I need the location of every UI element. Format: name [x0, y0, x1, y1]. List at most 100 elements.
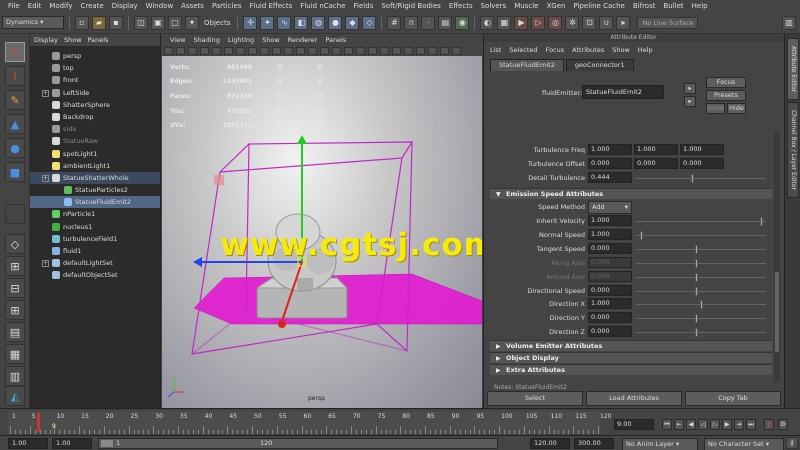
magnet-icon[interactable]: ∪ — [599, 15, 614, 30]
speed-method-dropdown[interactable]: Add ▾ — [588, 201, 632, 214]
step-back-key-icon[interactable]: ⇤ — [674, 419, 684, 430]
attr-field[interactable]: 1.000 — [588, 228, 632, 240]
auto-key-icon[interactable]: ⚷ — [764, 419, 774, 430]
ambient-occlusion-icon[interactable] — [392, 46, 401, 55]
film-gate-icon[interactable] — [212, 46, 221, 55]
attr-slider-knob[interactable] — [760, 217, 763, 226]
layout-outliner-icon[interactable]: ▤ — [5, 322, 25, 342]
select-component-icon[interactable]: ▢ — [168, 15, 182, 30]
select-button[interactable]: Select — [487, 391, 583, 406]
attr-slider-track[interactable] — [636, 318, 766, 320]
character-key-icon[interactable]: ⚷ — [786, 437, 798, 449]
hud-toggle-icon[interactable] — [440, 46, 449, 55]
anim-start-field[interactable]: 1.00 — [8, 438, 48, 449]
smooth-shade-icon[interactable] — [284, 46, 293, 55]
menu-pipeline-cache[interactable]: Pipeline Cache — [569, 0, 628, 12]
time-slider-track[interactable]: 1 5 10 15 20 25 30 35 40 45 50 55 60 65 70 75 80 85 90 95 10… — [8, 411, 611, 434]
history-icon[interactable]: ◐ — [480, 15, 495, 30]
select-tool-icon[interactable]: ↖ — [5, 42, 25, 62]
expand-toggle-icon[interactable]: + — [42, 174, 49, 182]
outliner-node[interactable]: + defaultLightSet — [30, 257, 160, 269]
shadows-icon[interactable] — [332, 46, 341, 55]
viewport-menu-shading[interactable]: Shading — [193, 36, 219, 44]
outliner-node[interactable]: Backdrop — [30, 111, 160, 123]
outliner-node[interactable]: turbulenceField1 — [30, 233, 160, 245]
hide-button[interactable]: Hide — [727, 103, 746, 114]
tab-geoconnector1[interactable]: geoConnector1 — [565, 59, 634, 71]
attr-slider-track[interactable] — [636, 178, 766, 179]
go-to-start-icon[interactable]: ⏮ — [662, 419, 672, 430]
ae-menu-attributes[interactable]: Attributes — [572, 46, 604, 54]
xray-joints-icon[interactable] — [368, 46, 377, 55]
viewport-menu-show[interactable]: Show — [262, 36, 280, 44]
attr-field-y[interactable]: 1.000 — [634, 144, 678, 155]
anim-layer-dropdown[interactable]: No Anim Layer ▾ — [622, 438, 698, 450]
construction-history-icon[interactable]: ▦ — [497, 15, 512, 30]
wireframe-icon[interactable] — [272, 46, 281, 55]
layout-three-icon[interactable]: ⊞ — [5, 300, 25, 320]
snap-curve-icon[interactable]: ∩ — [404, 15, 419, 30]
attr-field[interactable]: 0.000 — [588, 284, 632, 296]
section-extra-attributes[interactable]: ▶ Extra Attributes — [490, 364, 772, 375]
outliner-node[interactable]: + StatueShatterWhole — [30, 171, 160, 185]
section-emission-speed[interactable]: ▼ Emission Speed Attributes — [490, 188, 772, 199]
attr-slider-knob[interactable] — [691, 174, 694, 183]
attr-field[interactable]: 1.000 — [588, 298, 632, 310]
menu-particles[interactable]: Particles — [208, 0, 246, 12]
sidebar-toggle-icon[interactable]: ▥ — [782, 15, 796, 30]
attr-slider-knob[interactable] — [695, 286, 698, 296]
use-all-lights-icon[interactable] — [320, 46, 329, 55]
menu-muscle[interactable]: Muscle — [510, 0, 542, 12]
presets-button[interactable]: Presets — [706, 90, 746, 101]
scrollbar-thumb[interactable] — [775, 272, 779, 352]
layout-graph-icon[interactable]: ▦ — [5, 344, 25, 364]
scale-tool-icon[interactable]: ■ — [5, 162, 25, 182]
input-line-icon[interactable]: ▸ — [616, 15, 631, 30]
outliner-menu-display[interactable]: Display — [34, 36, 58, 44]
viewport-scene[interactable]: Verts: 461968 0 0 Edges: 1345681 0 0 Faces: 87133… — [162, 56, 482, 408]
mask-surfaces-icon[interactable]: ◧ — [294, 15, 309, 30]
go-to-output-icon[interactable]: ▸ — [684, 96, 696, 107]
attr-slider-track[interactable] — [636, 332, 766, 334]
playback-end-field[interactable]: 120.00 — [530, 438, 570, 449]
show-button[interactable]: Show — [706, 103, 725, 114]
layout-hypershade-icon[interactable]: ▥ — [5, 366, 25, 386]
mask-joints-icon[interactable]: ✦ — [260, 15, 275, 30]
exposure-icon[interactable] — [452, 46, 461, 55]
rotate-tool-icon[interactable]: ● — [5, 138, 25, 158]
go-to-end-icon[interactable]: ⏭ — [746, 419, 756, 430]
menu-fields[interactable]: Fields — [350, 0, 378, 12]
menu-solvers[interactable]: Solvers — [477, 0, 511, 12]
tab-statuefluidemit2[interactable]: StatueFluidEmit2 — [490, 59, 564, 71]
grid-icon[interactable] — [200, 46, 209, 55]
perspective-viewport[interactable]: View Shading Lighting Show Renderer Pane… — [162, 34, 482, 408]
depth-of-field-icon[interactable] — [428, 46, 437, 55]
menu-edit[interactable]: Edit — [24, 0, 46, 12]
open-scene-icon[interactable]: ▰ — [92, 15, 106, 30]
tab-attribute-editor[interactable]: Attribute Editor — [787, 38, 799, 100]
outliner-node[interactable]: + LeftSide — [30, 87, 160, 99]
objects-mode-icon[interactable]: ▾ — [185, 15, 199, 30]
expand-toggle-icon[interactable]: + — [42, 89, 49, 97]
render-current-frame-icon[interactable]: ▶ — [514, 15, 529, 30]
current-frame-field[interactable]: 9.00 — [614, 419, 654, 430]
range-bar[interactable] — [98, 438, 498, 449]
snap-view-plane-icon[interactable]: ▤ — [438, 15, 453, 30]
menu-bullet[interactable]: Bullet — [659, 0, 687, 12]
attr-slider-knob[interactable] — [695, 314, 698, 324]
wireframe-on-shaded-icon[interactable] — [296, 46, 305, 55]
camera-attributes-icon[interactable] — [164, 46, 173, 55]
field-chart-icon[interactable] — [248, 46, 257, 55]
ae-menu-focus[interactable]: Focus — [546, 46, 565, 54]
load-attributes-button[interactable]: Load Attributes — [586, 391, 682, 406]
xray-icon[interactable] — [344, 46, 353, 55]
outliner-node[interactable]: ShatterSphere — [30, 99, 160, 111]
focus-button[interactable]: Focus — [706, 77, 746, 88]
ipr-render-icon[interactable]: ▷ — [531, 15, 546, 30]
menu-file[interactable]: File — [4, 0, 24, 12]
mask-render-icon[interactable]: ◆ — [345, 15, 360, 30]
node-name-field[interactable]: StatueFluidEmit2 — [582, 85, 664, 99]
outliner-node[interactable]: top — [30, 62, 160, 74]
step-forward-key-icon[interactable]: ⇥ — [734, 419, 744, 430]
attr-slider-track[interactable] — [636, 221, 766, 222]
